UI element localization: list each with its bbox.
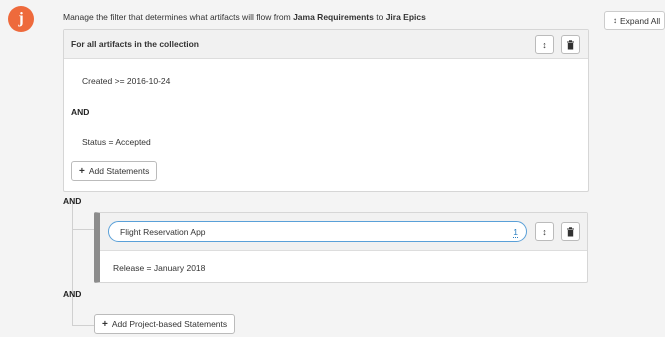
expand-all-button[interactable]: ↕ Expand All [604,11,665,30]
statement-created[interactable]: Created >= 2016-10-24 [82,76,170,86]
add-statements-label: Add Statements [88,166,150,176]
and-label: AND [63,196,82,206]
project-panel-header: Flight Reservation App 1 ↕ [100,213,587,251]
add-statements-button[interactable]: + Add Statements [71,161,158,181]
tree-connector [72,325,94,326]
delete-button[interactable] [561,35,580,54]
add-project-statements-label: Add Project-based Statements [111,319,228,329]
and-label: AND [71,107,90,117]
add-project-statements-button[interactable]: + Add Project-based Statements [94,314,236,334]
expand-all-label: Expand All [620,15,661,26]
source-name: Jama Requirements [293,12,374,22]
collection-panel-header: For all artifacts in the collection ↕ [64,30,588,59]
description-prefix: Manage the filter that determines what a… [63,12,294,22]
and-label: AND [63,289,82,299]
project-filter-panel: Flight Reservation App 1 ↕ Release = Jan… [94,212,588,283]
description-middle: to [373,12,386,22]
tree-connector [72,203,73,326]
target-name: Jira Epics [385,12,426,22]
up-down-arrow-icon: ↕ [542,39,547,50]
trash-icon [567,226,574,236]
statement-status[interactable]: Status = Accepted [82,137,151,147]
statement-release[interactable]: Release = January 2018 [113,263,205,273]
up-down-arrow-icon: ↕ [542,226,547,237]
delete-button[interactable] [561,222,580,241]
up-down-arrow-icon: ↕ [613,16,617,25]
trash-icon [567,39,574,49]
reorder-button[interactable]: ↕ [535,35,554,54]
plus-icon: + [79,165,85,177]
project-name: Flight Reservation App [120,226,206,237]
plus-icon: + [102,318,108,330]
filter-description: Manage the filter that determines what a… [63,12,426,22]
collection-panel-title: For all artifacts in the collection [71,39,199,49]
project-select[interactable]: Flight Reservation App 1 [108,221,527,242]
reorder-button[interactable]: ↕ [535,222,554,241]
project-count[interactable]: 1 [513,227,518,238]
collection-filter-panel: For all artifacts in the collection ↕ Cr… [63,29,589,192]
jama-logo-icon: j [8,6,34,32]
tree-connector [72,229,94,230]
